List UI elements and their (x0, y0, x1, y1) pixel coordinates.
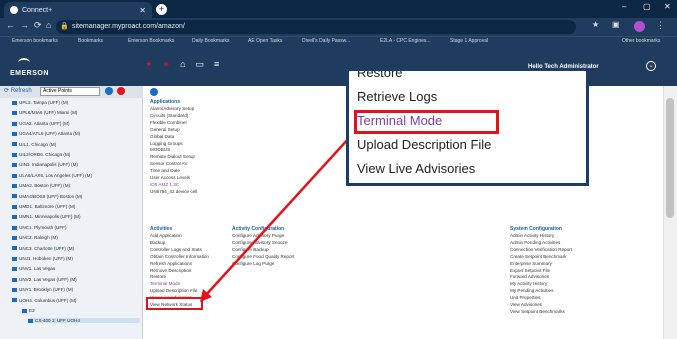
zoom-menu-item: View Live Advisories (357, 161, 476, 176)
zoom-menu-item: Restore (357, 71, 403, 80)
zoom-menu-item: Retrieve Logs (357, 89, 438, 104)
zoom-menu-item: Upload Description File (357, 137, 492, 152)
terminal-mode-zoom-highlight (354, 110, 499, 134)
